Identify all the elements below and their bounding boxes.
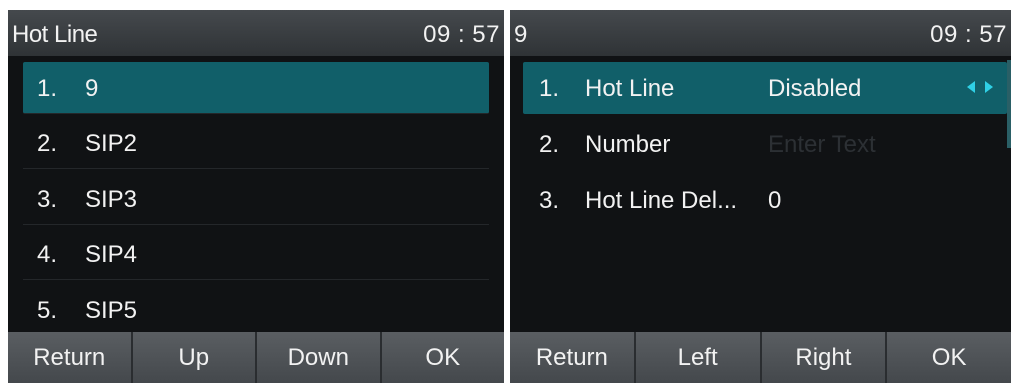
item-label: SIP4 [85, 241, 138, 268]
down-button[interactable]: Down [257, 332, 382, 383]
setting-hot-line[interactable]: 1. Hot Line Disabled [523, 62, 1007, 114]
hot-line-settings-screen: 9 09 : 57 1. Hot Line Disabled 2. Number… [510, 10, 1011, 383]
right-button[interactable]: Right [762, 332, 888, 383]
list-item-account-3[interactable]: 3. SIP3 [23, 173, 489, 225]
clock: 09 : 57 [423, 21, 500, 48]
item-label: Hot Line [585, 75, 675, 102]
list-item-account-5[interactable]: 5. SIP5 [23, 284, 489, 336]
screen-title: 9 [514, 21, 527, 48]
softkey-bar: Return Up Down OK [8, 332, 504, 383]
item-label: SIP3 [85, 186, 138, 213]
softkey-bar: Return Left Right OK [510, 332, 1011, 383]
item-number: 4. [37, 241, 58, 268]
item-label: 9 [85, 75, 99, 102]
clock: 09 : 57 [930, 21, 1007, 48]
ok-button[interactable]: OK [382, 332, 505, 383]
left-right-arrows-icon[interactable] [967, 81, 993, 95]
item-number: 5. [37, 297, 58, 324]
item-label: Hot Line Del... [585, 187, 738, 214]
title-bar: Hot Line 09 : 57 [8, 10, 504, 56]
ok-button[interactable]: OK [887, 332, 1011, 383]
left-button[interactable]: Left [636, 332, 762, 383]
return-button[interactable]: Return [8, 332, 133, 383]
setting-hot-line-delay[interactable]: 3. Hot Line Del... 0 [523, 174, 1007, 226]
item-number: 2. [37, 130, 58, 157]
item-label: SIP5 [85, 297, 138, 324]
item-number: 1. [37, 75, 58, 102]
return-button[interactable]: Return [510, 332, 636, 383]
scrollbar[interactable] [1007, 60, 1011, 148]
list-item-account-2[interactable]: 2. SIP2 [23, 117, 489, 169]
screen-title: Hot Line [12, 21, 98, 48]
hot-line-account-screen: Hot Line 09 : 57 1. 9 2. SIP2 3. SIP3 4.… [8, 10, 504, 383]
title-bar: 9 09 : 57 [510, 10, 1011, 56]
item-label: SIP2 [85, 130, 138, 157]
number-input[interactable]: Enter Text [768, 131, 876, 159]
hot-line-delay-value[interactable]: 0 [768, 187, 781, 215]
hot-line-value[interactable]: Disabled [768, 75, 861, 103]
item-number: 3. [539, 187, 560, 214]
list-item-account-1[interactable]: 1. 9 [23, 62, 489, 114]
item-label: Number [585, 131, 671, 158]
list-item-account-4[interactable]: 4. SIP4 [23, 228, 489, 280]
item-number: 2. [539, 131, 560, 158]
item-number: 1. [539, 75, 560, 102]
item-number: 3. [37, 186, 58, 213]
up-button[interactable]: Up [133, 332, 257, 383]
setting-number[interactable]: 2. Number Enter Text [523, 118, 1007, 170]
